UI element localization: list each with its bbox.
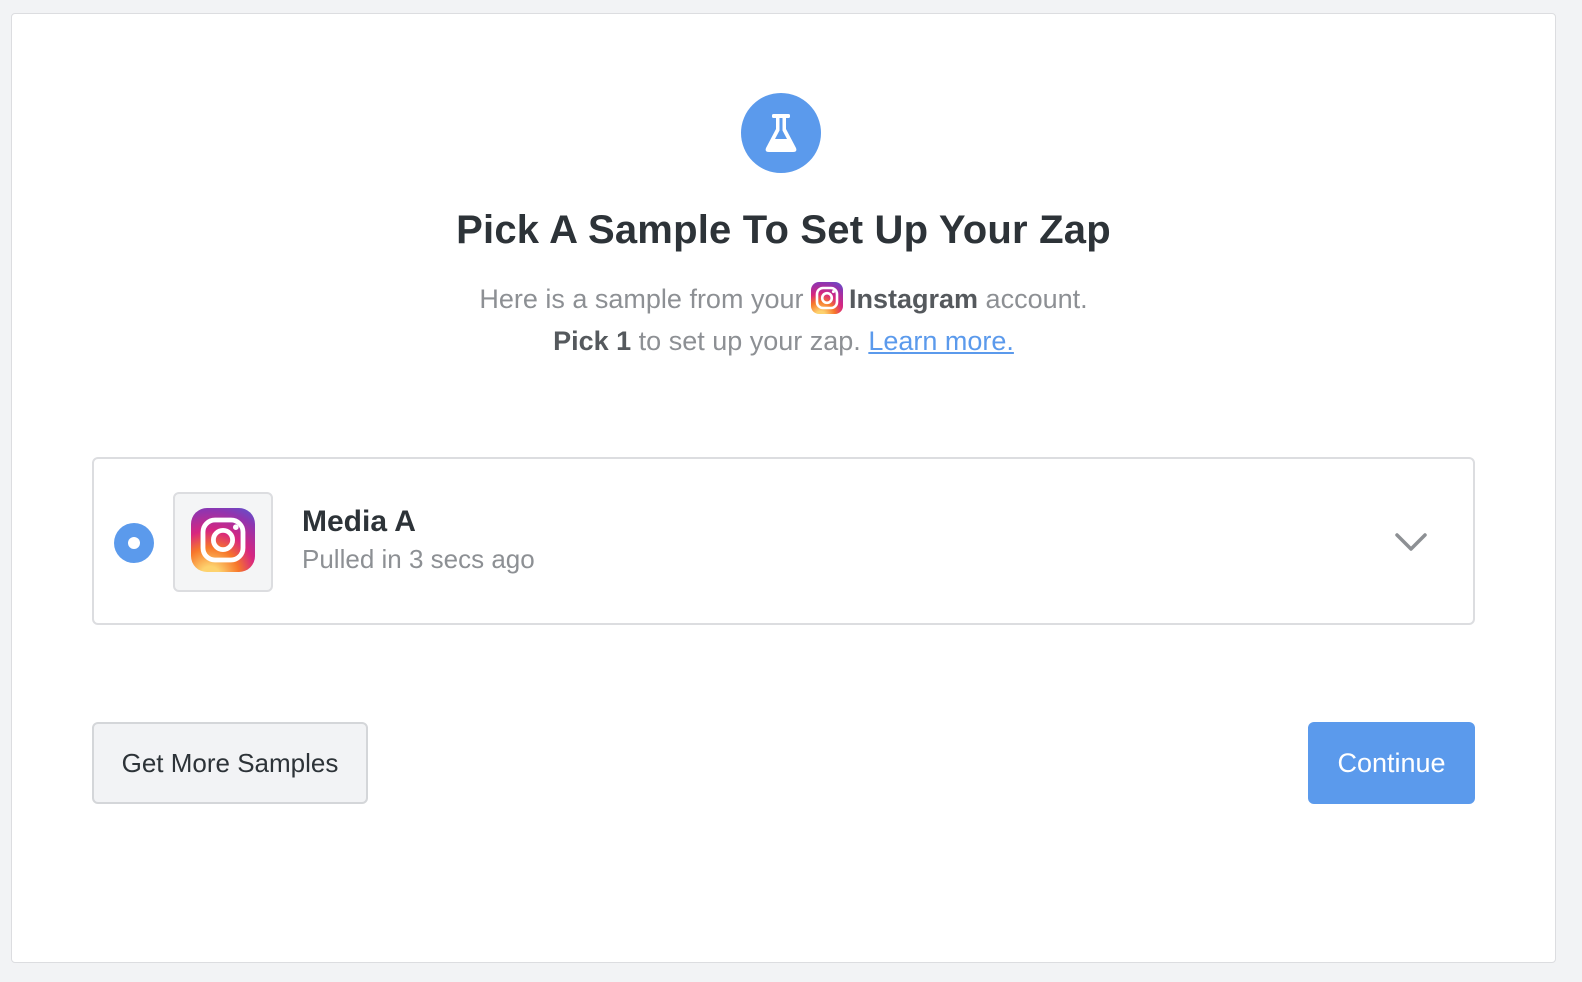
sample-radio-button[interactable] [114, 523, 154, 563]
sample-picker-panel: Pick A Sample To Set Up Your Zap Here is… [11, 13, 1556, 963]
sample-name: Media A [302, 505, 416, 538]
learn-more-link[interactable]: Learn more. [868, 326, 1014, 356]
pick-count: Pick 1 [553, 326, 632, 356]
instagram-icon [810, 282, 843, 314]
subtitle-line-2: Pick 1 to set up your zap. Learn more. [12, 320, 1555, 362]
chevron-down-icon[interactable] [1391, 527, 1431, 557]
subtitle-instruction: to set up your zap. [638, 326, 861, 356]
page-subtitle: Here is a sample from your Instagram acc… [12, 278, 1555, 362]
get-more-samples-button[interactable]: Get More Samples [92, 722, 368, 804]
sample-timestamp: Pulled in 3 secs ago [302, 544, 535, 574]
continue-button[interactable]: Continue [1308, 722, 1475, 804]
instagram-icon [191, 507, 255, 577]
sample-option-row[interactable]: Media A Pulled in 3 secs ago [92, 457, 1475, 625]
app-tile [173, 492, 273, 592]
subtitle-line-1: Here is a sample from your Instagram acc… [12, 278, 1555, 320]
subtitle-text-after: account. [985, 284, 1088, 314]
subtitle-text: Here is a sample from your [479, 284, 804, 314]
flask-icon [741, 93, 821, 173]
radio-selected-dot [128, 537, 140, 549]
page-title: Pick A Sample To Set Up Your Zap [456, 208, 1111, 252]
app-name: Instagram [848, 284, 979, 314]
